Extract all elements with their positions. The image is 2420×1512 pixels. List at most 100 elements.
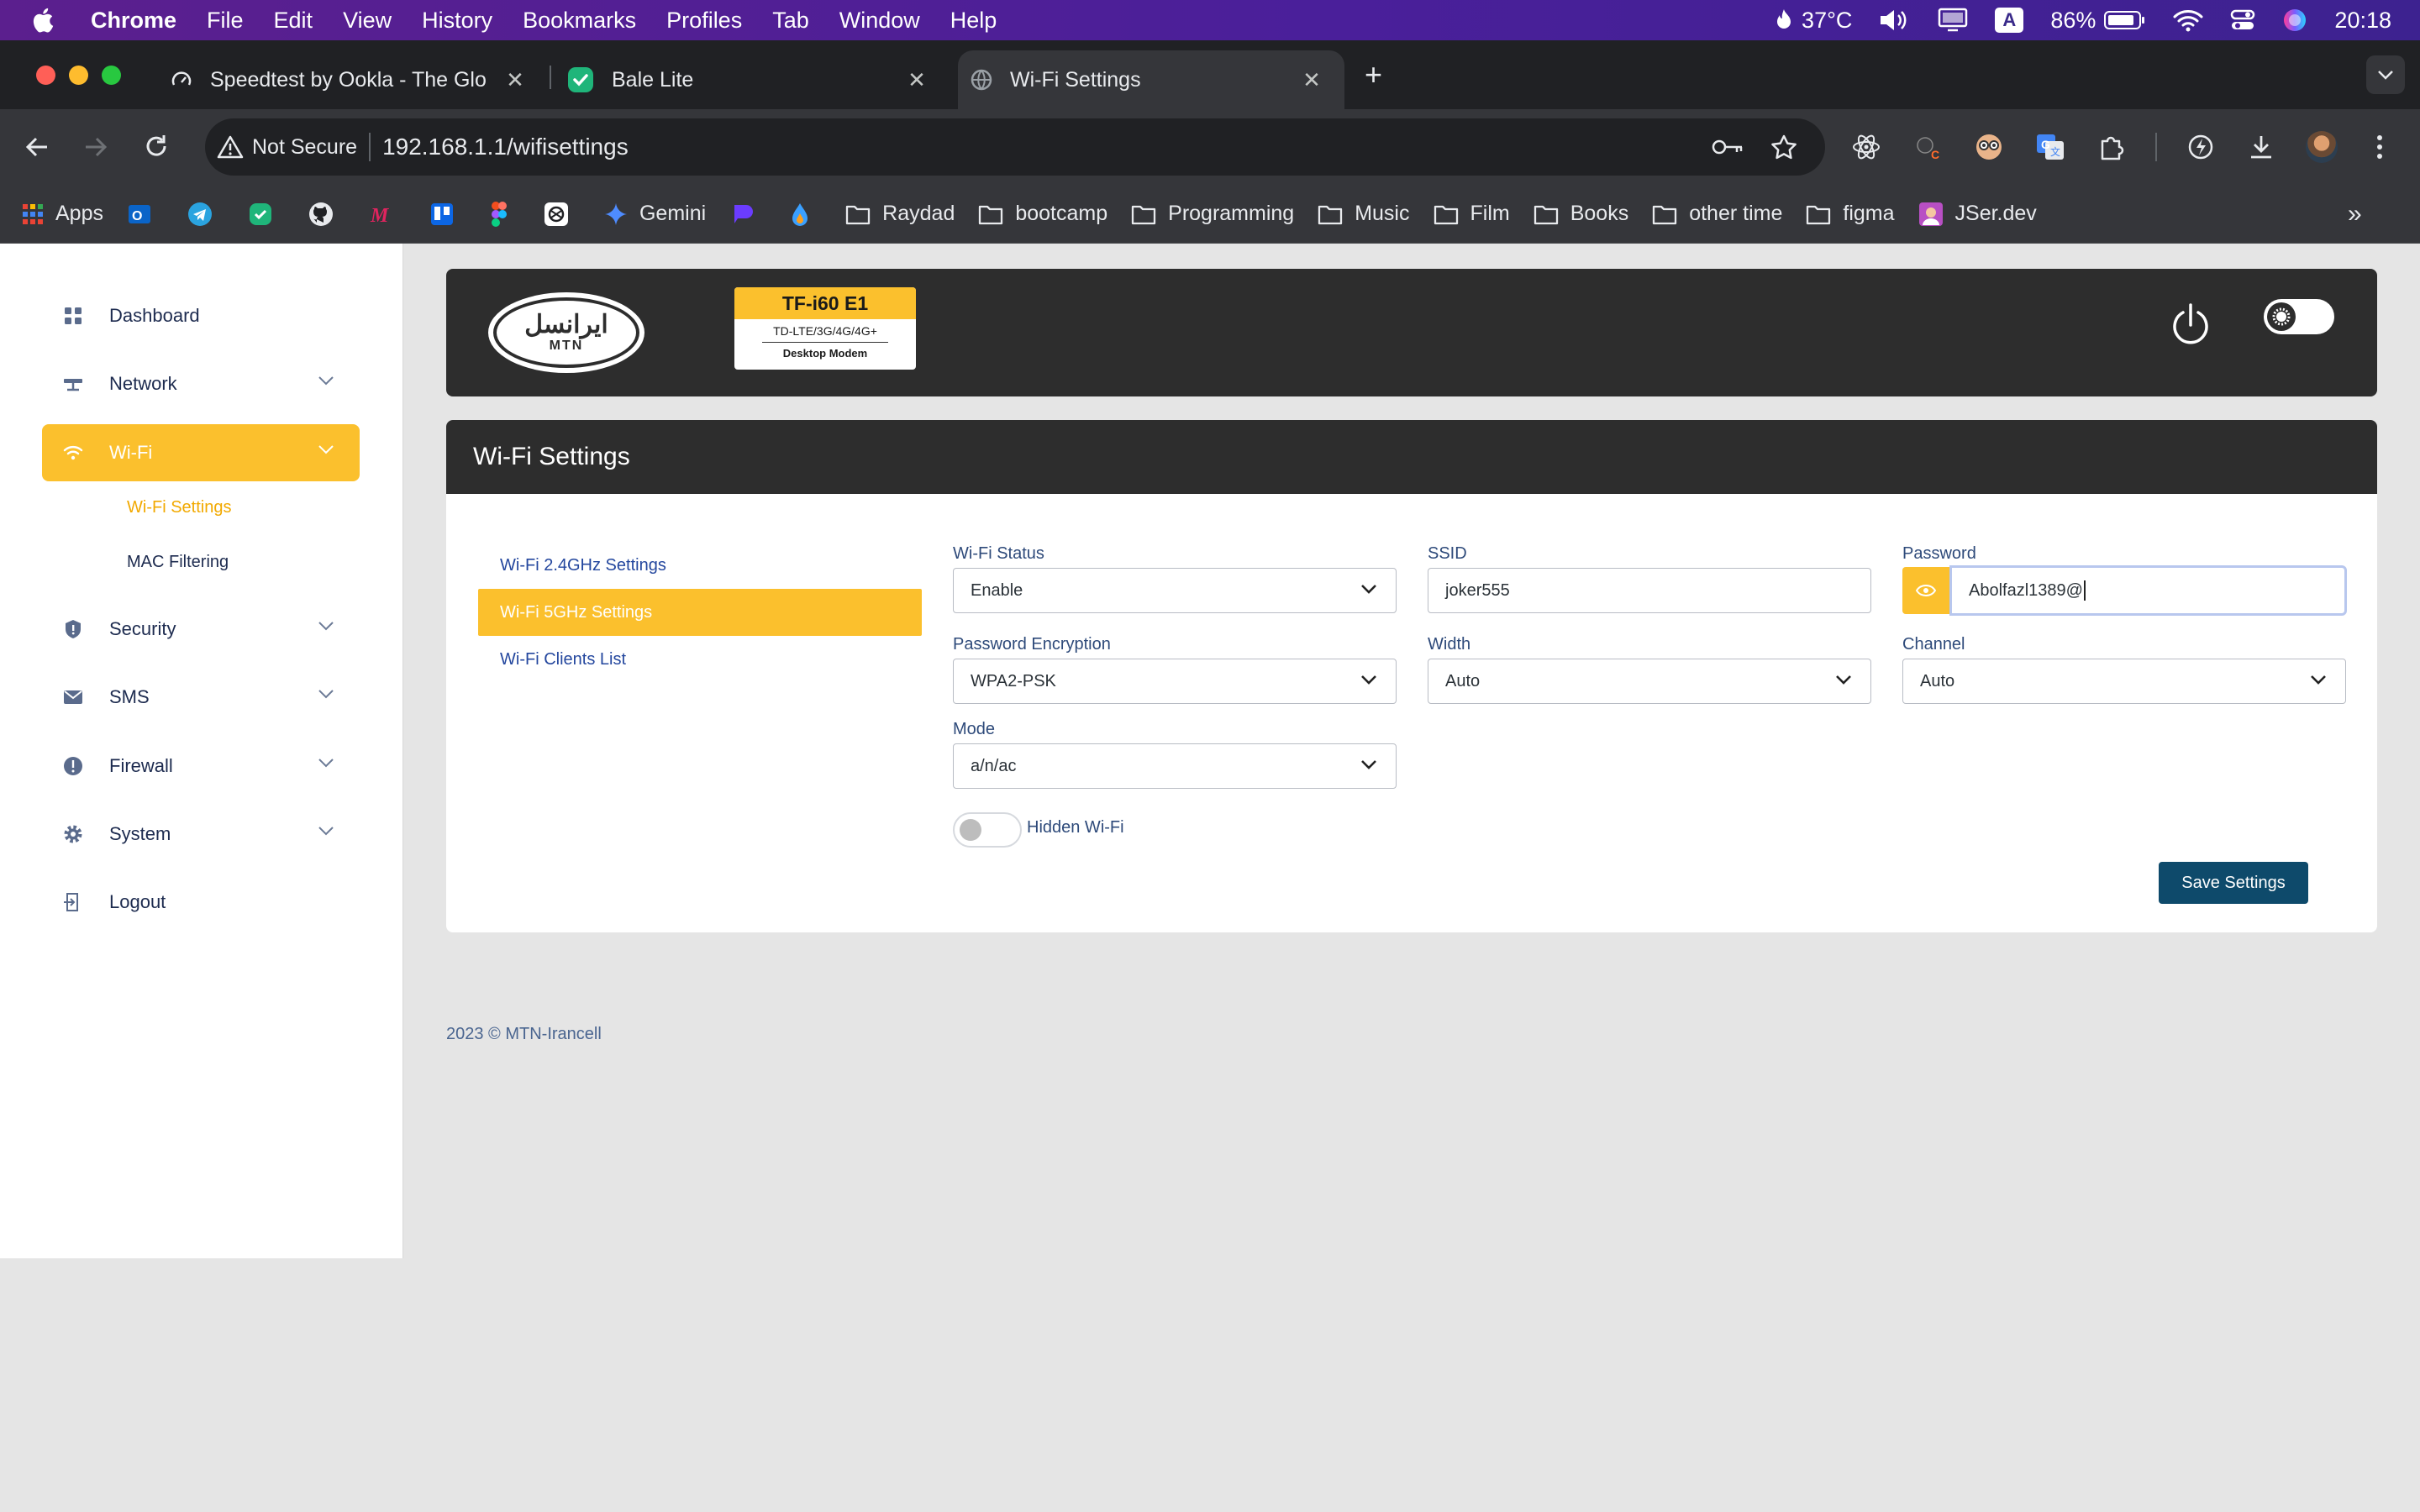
menu-profiles[interactable]: Profiles bbox=[666, 8, 742, 34]
ssid-input[interactable]: joker555 bbox=[1428, 568, 1871, 613]
security-label[interactable]: Not Secure bbox=[252, 135, 357, 160]
bookmark-folder-programming[interactable]: Programming bbox=[1131, 202, 1294, 226]
address-bar[interactable]: Not Secure 192.168.1.1/wifisettings bbox=[205, 118, 1825, 176]
bookmark-jser[interactable]: JSer.dev bbox=[1918, 202, 2037, 227]
bookmark-apps[interactable]: Apps bbox=[22, 202, 103, 226]
sidebar-item-firewall[interactable]: Firewall bbox=[42, 738, 360, 795]
bookmark-star-icon[interactable] bbox=[1770, 134, 1798, 160]
mode-select[interactable]: a/n/ac bbox=[953, 743, 1397, 789]
sidebar-item-dashboard[interactable]: Dashboard bbox=[42, 287, 360, 344]
warning-icon[interactable] bbox=[217, 134, 244, 160]
sidebar-subitem-wifi-settings[interactable]: Wi-Fi Settings bbox=[127, 498, 231, 517]
bug-extension-icon[interactable]: C bbox=[1912, 133, 1941, 161]
new-tab-button[interactable]: + bbox=[1365, 57, 1382, 92]
sidebar-item-logout[interactable]: Logout bbox=[42, 874, 360, 931]
tab-search-button[interactable] bbox=[2366, 55, 2405, 94]
width-select[interactable]: Auto bbox=[1428, 659, 1871, 704]
close-window-button[interactable] bbox=[36, 66, 55, 85]
wifi-icon[interactable] bbox=[2173, 8, 2203, 32]
bookmark-folder-music[interactable]: Music bbox=[1318, 202, 1410, 226]
react-devtools-icon[interactable] bbox=[1852, 133, 1881, 161]
close-tab-icon[interactable]: ✕ bbox=[904, 67, 929, 92]
sidebar-item-security[interactable]: Security bbox=[42, 601, 360, 658]
bookmark-github[interactable] bbox=[308, 202, 345, 227]
sidebar-item-sms[interactable]: SMS bbox=[42, 669, 360, 726]
volume-icon[interactable] bbox=[1879, 8, 1911, 32]
bookmark-folder-figma[interactable]: figma bbox=[1806, 202, 1895, 226]
tab-speedtest[interactable]: Speedtest by Ookla - The Glo ✕ bbox=[153, 50, 548, 109]
sidebar-subitem-mac-filtering[interactable]: MAC Filtering bbox=[127, 553, 229, 572]
sidebar-item-wifi[interactable]: Wi-Fi bbox=[42, 424, 360, 481]
password-input[interactable]: Abolfazl1389@ bbox=[1949, 565, 2347, 616]
bookmark-trello[interactable] bbox=[429, 202, 466, 227]
menu-history[interactable]: History bbox=[422, 8, 492, 34]
save-settings-button[interactable]: Save Settings bbox=[2159, 862, 2308, 904]
menu-file[interactable]: File bbox=[207, 8, 244, 34]
minimize-window-button[interactable] bbox=[69, 66, 88, 85]
bookmark-m[interactable]: M bbox=[369, 202, 406, 227]
tab-wifi-5ghz[interactable]: Wi-Fi 5GHz Settings bbox=[478, 589, 922, 636]
menu-tab[interactable]: Tab bbox=[772, 8, 809, 34]
close-tab-icon[interactable]: ✕ bbox=[1299, 67, 1324, 92]
bookmark-check[interactable] bbox=[248, 202, 285, 227]
bookmark-folder-books[interactable]: Books bbox=[1534, 202, 1628, 226]
download-icon[interactable] bbox=[2247, 133, 2275, 161]
input-source-indicator[interactable]: A bbox=[1995, 8, 2024, 33]
hidden-wifi-toggle[interactable] bbox=[953, 812, 1022, 848]
apple-logo-icon[interactable] bbox=[30, 6, 59, 34]
bookmark-folder-bootcamp[interactable]: bootcamp bbox=[978, 202, 1107, 226]
display-icon[interactable] bbox=[1938, 8, 1968, 33]
control-center-icon[interactable] bbox=[2230, 8, 2255, 33]
key-icon[interactable] bbox=[1711, 135, 1744, 159]
menu-bookmarks[interactable]: Bookmarks bbox=[523, 8, 636, 34]
url-text[interactable]: 192.168.1.1/wifisettings bbox=[382, 134, 629, 160]
back-icon[interactable] bbox=[24, 134, 50, 160]
bookmark-purple[interactable] bbox=[729, 202, 766, 227]
reload-icon[interactable] bbox=[143, 133, 170, 160]
channel-select[interactable]: Auto bbox=[1902, 659, 2346, 704]
wifi-status-select[interactable]: Enable bbox=[953, 568, 1397, 613]
google-translate-icon[interactable]: G文 bbox=[2035, 133, 2065, 161]
menu-help[interactable]: Help bbox=[950, 8, 997, 34]
maximize-window-button[interactable] bbox=[102, 66, 121, 85]
sidebar-item-network[interactable]: Network bbox=[42, 355, 360, 412]
bookmark-label: bootcamp bbox=[1015, 202, 1108, 225]
bookmark-drop[interactable] bbox=[790, 202, 822, 227]
owl-extension-icon[interactable] bbox=[1975, 133, 2003, 161]
bookmark-folder-film[interactable]: Film bbox=[1434, 202, 1510, 226]
kebab-menu-icon[interactable] bbox=[2375, 133, 2385, 161]
check-shield-icon bbox=[249, 202, 271, 225]
bookmark-outlook[interactable]: O bbox=[127, 202, 164, 227]
close-tab-icon[interactable]: ✕ bbox=[502, 67, 528, 92]
bookmark-figma[interactable] bbox=[490, 201, 520, 227]
tab-bale[interactable]: Bale Lite ✕ bbox=[555, 50, 950, 109]
performance-icon[interactable] bbox=[2186, 133, 2215, 161]
sidebar-item-label: Firewall bbox=[109, 755, 173, 776]
battery-widget[interactable]: 86% bbox=[2050, 8, 2146, 34]
forward-icon[interactable] bbox=[82, 134, 109, 160]
bookmark-folder-raydad[interactable]: Raydad bbox=[845, 202, 955, 226]
menu-edit[interactable]: Edit bbox=[274, 8, 313, 34]
siri-icon[interactable] bbox=[2282, 8, 2307, 33]
tab-wifi-24ghz[interactable]: Wi-Fi 2.4GHz Settings bbox=[478, 542, 922, 589]
theme-toggle[interactable] bbox=[2264, 299, 2334, 334]
menu-window[interactable]: Window bbox=[839, 8, 920, 34]
clock[interactable]: 20:18 bbox=[2334, 8, 2391, 34]
bookmark-telegram[interactable] bbox=[187, 202, 224, 227]
encryption-select[interactable]: WPA2-PSK bbox=[953, 659, 1397, 704]
bookmarks-overflow-icon[interactable]: » bbox=[2348, 200, 2362, 228]
extensions-puzzle-icon[interactable] bbox=[2097, 133, 2126, 161]
show-password-button[interactable] bbox=[1902, 567, 1949, 614]
temperature-widget[interactable]: 37°C bbox=[1775, 8, 1852, 34]
menu-app-name[interactable]: Chrome bbox=[91, 8, 176, 34]
bookmark-gemini[interactable]: Gemini bbox=[604, 202, 706, 226]
tab-wifi-settings[interactable]: Wi-Fi Settings ✕ bbox=[958, 50, 1344, 109]
chevron-down-icon bbox=[318, 827, 334, 836]
bookmark-folder-other-time[interactable]: other time bbox=[1652, 202, 1782, 226]
bookmark-chatgpt[interactable] bbox=[544, 202, 581, 227]
sidebar-item-system[interactable]: System bbox=[42, 806, 360, 863]
tab-wifi-clients[interactable]: Wi-Fi Clients List bbox=[478, 636, 922, 683]
menu-view[interactable]: View bbox=[343, 8, 392, 34]
profile-avatar[interactable] bbox=[2306, 131, 2338, 163]
power-icon[interactable] bbox=[2170, 302, 2212, 348]
